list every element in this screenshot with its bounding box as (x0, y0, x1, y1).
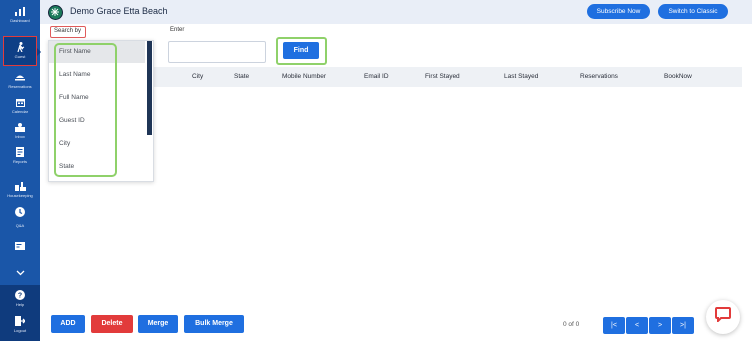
reservations-icon (14, 72, 26, 82)
sidebar-item-label: Inbox (15, 134, 25, 139)
sidebar-item-label: Logout (13, 328, 27, 333)
svg-text:?: ? (18, 293, 22, 300)
sidebar-item-label: Dashboard (10, 18, 30, 23)
list-icon (14, 241, 26, 251)
sidebar-collapse[interactable] (0, 268, 40, 278)
column-header-reservations: Reservations (580, 73, 618, 80)
pager-first-button[interactable]: |< (603, 317, 625, 334)
add-button[interactable]: ADD (51, 315, 85, 333)
sidebar-item-housekeeping[interactable]: Housekeeping (0, 181, 40, 198)
sidebar-item-label: Reports (12, 159, 27, 164)
sidebar-item-label: Reservations (8, 84, 32, 89)
merge-button[interactable]: Merge (138, 315, 178, 333)
column-header-mobile: Mobile Number (282, 73, 327, 80)
switch-to-classic-button[interactable]: Switch to Classic (658, 4, 728, 19)
sidebar-item-label: Guest (14, 54, 26, 59)
sidebar-bottom: ? Help Logout (0, 285, 40, 341)
delete-button[interactable]: Delete (91, 315, 133, 333)
help-icon: ? (14, 290, 26, 300)
top-header: Demo Grace Etta Beach Subscribe Now Swit… (40, 0, 752, 24)
column-header-state: State (234, 73, 250, 80)
bulk-merge-button[interactable]: Bulk Merge (184, 315, 244, 333)
pager-next-button[interactable]: > (649, 317, 671, 334)
sidebar-item-label: Q&A (15, 223, 25, 228)
sidebar-item-label: Help (15, 302, 25, 307)
property-logo (48, 5, 63, 20)
reports-icon (14, 147, 26, 157)
guest-icon (14, 42, 26, 52)
pager-count: 0 of 0 (563, 321, 580, 328)
housekeeping-icon (14, 181, 26, 191)
subscribe-now-button[interactable]: Subscribe Now (587, 4, 650, 19)
dropdown-options-highlight (54, 43, 117, 177)
chat-icon (715, 307, 731, 327)
logout-icon (14, 316, 26, 326)
inbox-icon (14, 122, 26, 132)
sidebar-item-guest[interactable]: Guest (3, 36, 41, 66)
pager-prev-button[interactable]: < (626, 317, 648, 334)
sidebar-item-reservations[interactable]: Reservations (0, 72, 40, 89)
dropdown-scrollbar[interactable] (147, 41, 152, 135)
property-title: Demo Grace Etta Beach (70, 6, 168, 16)
calendar-icon (14, 97, 26, 107)
search-by-select[interactable]: Search by (50, 26, 86, 38)
chat-widget-button[interactable] (706, 300, 740, 334)
qa-icon (14, 207, 26, 217)
column-header-last-stayed: Last Stayed (504, 73, 539, 80)
sidebar-item-calendar[interactable]: Calendar (0, 97, 40, 114)
sidebar-item-logout[interactable]: Logout (0, 316, 40, 333)
column-header-first-stayed: First Stayed (425, 73, 460, 80)
column-header-booknow: BookNow (664, 73, 692, 80)
pager-last-button[interactable]: >| (672, 317, 694, 334)
column-header-email: Email ID (364, 73, 389, 80)
sidebar: Dashboard Guest Reservations Calendar In (0, 0, 41, 341)
column-header-city: City (192, 73, 204, 80)
search-input[interactable] (168, 41, 266, 63)
find-button[interactable]: Find (283, 42, 319, 59)
sidebar-item-help[interactable]: ? Help (0, 290, 40, 307)
sidebar-item-label: Housekeeping (7, 193, 33, 198)
sidebar-item-qa[interactable]: Q&A (0, 207, 40, 228)
dashboard-icon (14, 6, 26, 16)
app-root: Dashboard Guest Reservations Calendar In (0, 0, 752, 341)
enter-label: Enter (170, 27, 185, 33)
sidebar-item-more[interactable] (0, 241, 40, 251)
chevron-down-icon (14, 268, 26, 278)
sidebar-item-label: Calendar (11, 109, 29, 114)
sidebar-item-inbox[interactable]: Inbox (0, 122, 40, 139)
sidebar-item-dashboard[interactable]: Dashboard (0, 6, 40, 23)
sidebar-item-reports[interactable]: Reports (0, 147, 40, 164)
